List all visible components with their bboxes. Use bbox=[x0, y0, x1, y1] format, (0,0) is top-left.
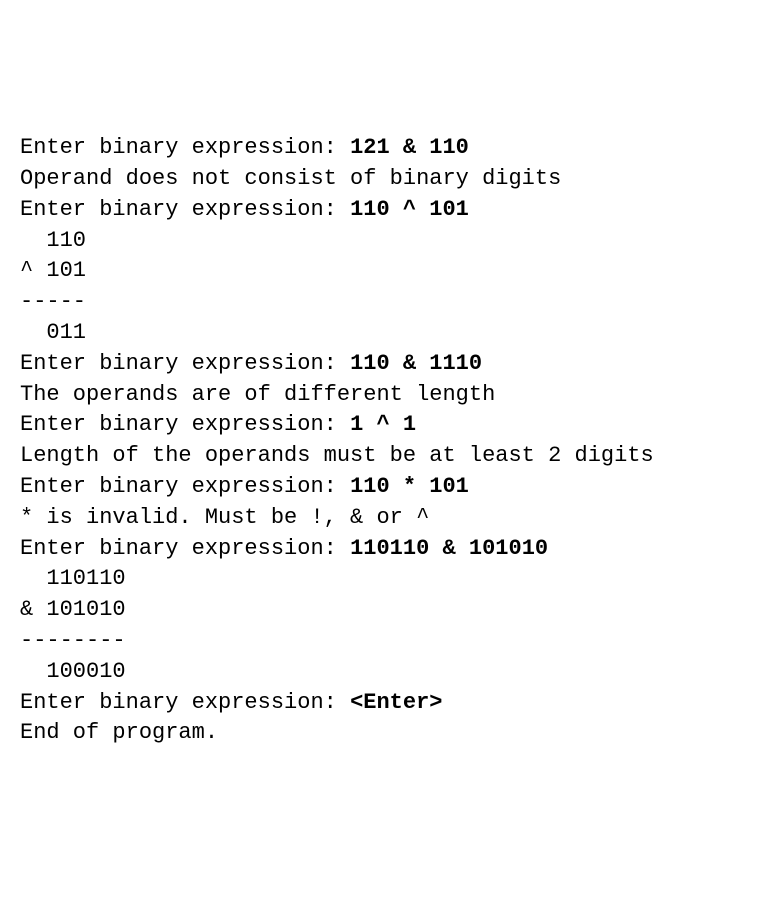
output-line: Enter binary expression: 121 & 110 bbox=[20, 133, 762, 164]
program-output: Enter binary expression: bbox=[20, 135, 350, 160]
program-output: Enter binary expression: bbox=[20, 474, 350, 499]
output-line: Enter binary expression: 110 & 1110 bbox=[20, 349, 762, 380]
user-input: 121 & 110 bbox=[350, 135, 469, 160]
program-output: Enter binary expression: bbox=[20, 412, 350, 437]
user-input: 110 & 1110 bbox=[350, 351, 482, 376]
program-output: Enter binary expression: bbox=[20, 690, 350, 715]
user-input: 110 ^ 101 bbox=[350, 197, 469, 222]
program-output: & 101010 bbox=[20, 597, 126, 622]
program-output: ^ 101 bbox=[20, 258, 86, 283]
output-line: Enter binary expression: <Enter> bbox=[20, 688, 762, 719]
output-line: Enter binary expression: 1 ^ 1 bbox=[20, 410, 762, 441]
program-output: * is invalid. Must be !, & or ^ bbox=[20, 505, 429, 530]
output-line: * is invalid. Must be !, & or ^ bbox=[20, 503, 762, 534]
output-line: ----- bbox=[20, 287, 762, 318]
program-output: Length of the operands must be at least … bbox=[20, 443, 654, 468]
program-output: Enter binary expression: bbox=[20, 351, 350, 376]
output-line: Length of the operands must be at least … bbox=[20, 441, 762, 472]
program-output: Enter binary expression: bbox=[20, 536, 350, 561]
program-output: -------- bbox=[20, 628, 126, 653]
program-output: 100010 bbox=[20, 659, 126, 684]
user-input: 1 ^ 1 bbox=[350, 412, 416, 437]
program-output: The operands are of different length bbox=[20, 382, 495, 407]
user-input: <Enter> bbox=[350, 690, 442, 715]
program-output: Operand does not consist of binary digit… bbox=[20, 166, 561, 191]
program-output: ----- bbox=[20, 289, 86, 314]
output-line: The operands are of different length bbox=[20, 380, 762, 411]
program-output: 110 bbox=[20, 228, 86, 253]
output-line: 110 bbox=[20, 226, 762, 257]
program-output: Enter binary expression: bbox=[20, 197, 350, 222]
output-line: Enter binary expression: 110 * 101 bbox=[20, 472, 762, 503]
user-input: 110110 & 101010 bbox=[350, 536, 548, 561]
terminal-output: Enter binary expression: 121 & 110Operan… bbox=[20, 133, 762, 749]
output-line: 100010 bbox=[20, 657, 762, 688]
output-line: & 101010 bbox=[20, 595, 762, 626]
output-line: End of program. bbox=[20, 718, 762, 749]
program-output: 110110 bbox=[20, 566, 126, 591]
output-line: Operand does not consist of binary digit… bbox=[20, 164, 762, 195]
output-line: ^ 101 bbox=[20, 256, 762, 287]
program-output: 011 bbox=[20, 320, 86, 345]
output-line: -------- bbox=[20, 626, 762, 657]
output-line: Enter binary expression: 110110 & 101010 bbox=[20, 534, 762, 565]
program-output: End of program. bbox=[20, 720, 218, 745]
output-line: 011 bbox=[20, 318, 762, 349]
user-input: 110 * 101 bbox=[350, 474, 469, 499]
output-line: Enter binary expression: 110 ^ 101 bbox=[20, 195, 762, 226]
output-line: 110110 bbox=[20, 564, 762, 595]
